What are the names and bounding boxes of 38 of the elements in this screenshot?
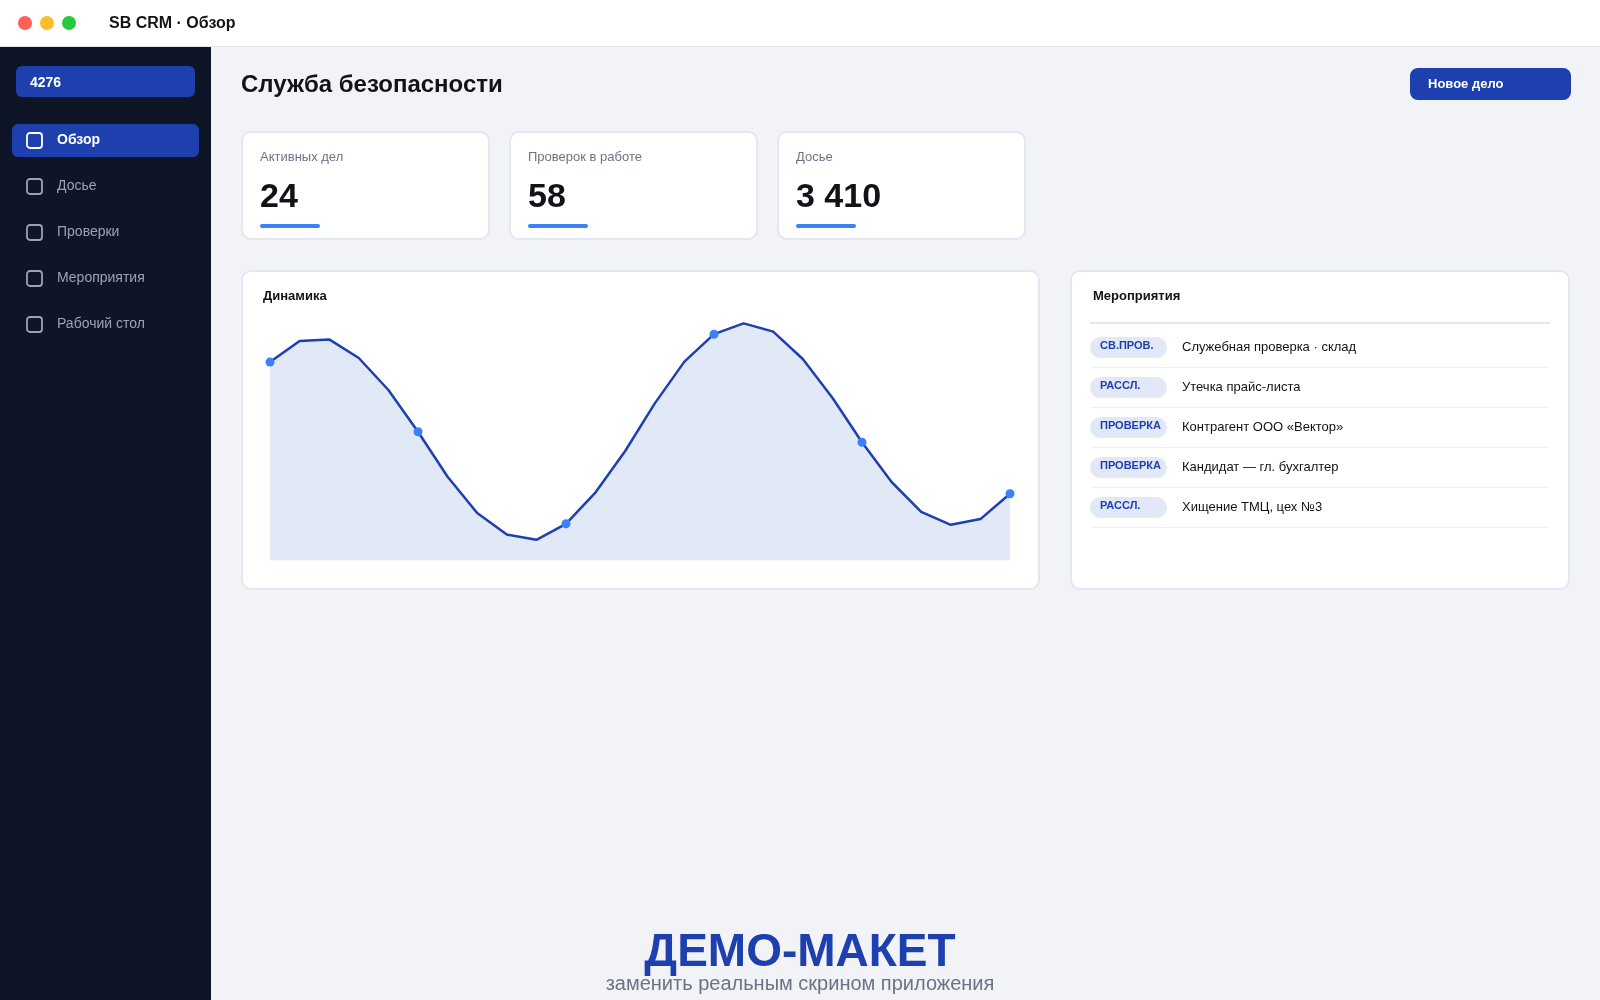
event-title: Утечка прайс-листа <box>1182 379 1301 394</box>
stat-value: 3 410 <box>796 175 882 215</box>
sidebar-item[interactable]: Рабочий стол <box>12 308 199 341</box>
event-tag: РАССЛ. <box>1090 497 1167 518</box>
org-badge: 4276 <box>16 66 195 97</box>
window-close-button[interactable] <box>18 16 32 30</box>
event-title: Хищение ТМЦ, цех №3 <box>1182 499 1323 514</box>
event-tag: ПРОВЕРКА <box>1090 457 1167 478</box>
stat-label: Активных дел <box>260 149 344 165</box>
accent-bar <box>528 224 588 228</box>
square-icon <box>26 224 43 241</box>
event-title: Кандидат — гл. бухгалтер <box>1182 459 1339 474</box>
sidebar-item[interactable]: Досье <box>12 170 199 203</box>
stat-label: Досье <box>796 149 833 165</box>
stat-label: Проверок в работе <box>528 149 642 165</box>
event-tag: РАССЛ. <box>1090 377 1167 398</box>
new-case-button[interactable]: Новое дело <box>1410 68 1571 100</box>
square-icon <box>26 132 43 149</box>
panel-title: Динамика <box>263 288 328 304</box>
event-tag: СВ.ПРОВ. <box>1090 337 1167 358</box>
event-tag: ПРОВЕРКА <box>1090 417 1167 438</box>
square-icon <box>26 178 43 195</box>
stat-value: 58 <box>528 175 566 215</box>
accent-bar <box>796 224 856 228</box>
accent-bar <box>260 224 320 228</box>
event-title: Контрагент ООО «Вектор» <box>1182 419 1344 434</box>
sidebar-item[interactable]: Мероприятия <box>12 262 199 295</box>
page-title: Служба безопасности <box>241 70 503 98</box>
event-title: Служебная проверка · склад <box>1182 339 1357 354</box>
window-title: SB CRM · Обзор <box>109 14 236 32</box>
window-maximize-button[interactable] <box>62 16 76 30</box>
panel-title: Мероприятия <box>1092 288 1182 304</box>
sidebar-item[interactable]: Обзор <box>12 124 199 157</box>
sidebar-item[interactable]: Проверки <box>12 216 199 249</box>
square-icon <box>26 316 43 333</box>
window-minimize-button[interactable] <box>40 16 54 30</box>
stat-value: 24 <box>260 175 298 215</box>
square-icon <box>26 270 43 287</box>
